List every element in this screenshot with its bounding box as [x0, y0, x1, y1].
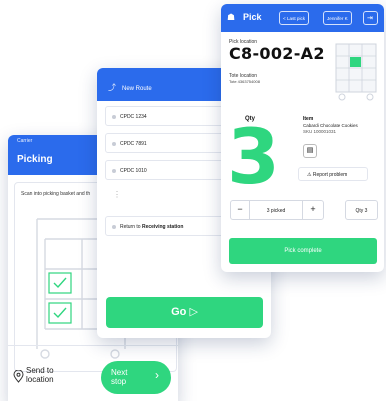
big-quantity: 3	[227, 112, 280, 201]
drag-handle-icon[interactable]: ⋮	[113, 190, 121, 199]
warning-icon: ⚠	[307, 172, 312, 178]
report-problem-button[interactable]: ⚠ Report problem	[298, 167, 368, 181]
route-stop-label: CPDC 7891	[120, 141, 147, 147]
pick-header: ☗ Pick < Last pick Jennifer K ⇥	[221, 4, 384, 32]
user-button[interactable]: Jennifer K	[323, 11, 352, 25]
next-stop-button[interactable]: Next stop ›	[101, 361, 171, 394]
return-prefix: Return to	[120, 224, 142, 230]
play-icon: ▷	[189, 306, 198, 318]
send-to-location-button[interactable]: Send to location	[26, 366, 66, 384]
picking-footer: Send to location Next stop ›	[8, 345, 178, 401]
last-pick-button[interactable]: < Last pick	[279, 11, 310, 25]
route-stop-label: CPDC 1234	[120, 114, 147, 120]
item-label: Item	[303, 116, 314, 122]
qty-total: Qty 3	[345, 200, 378, 220]
stop-dot-icon	[112, 225, 116, 229]
location-pin-icon	[13, 370, 24, 383]
return-target: Receiving station	[141, 224, 184, 230]
pick-location-value: C8-002-A2	[229, 44, 325, 63]
go-button[interactable]: Go ▷	[106, 297, 263, 328]
clipboard-icon[interactable]: ▤	[303, 144, 317, 158]
logout-icon[interactable]: ⇥	[363, 11, 378, 25]
stop-dot-icon	[112, 169, 116, 173]
increment-button[interactable]: +	[302, 200, 324, 220]
next-stop-label: Next stop	[111, 368, 128, 386]
decrement-button[interactable]: −	[230, 200, 250, 220]
shelf-illustration	[335, 43, 377, 101]
item-name: Cabardi Chocolate Cookies	[303, 123, 358, 128]
pick-screen: ☗ Pick < Last pick Jennifer K ⇥ Pick loc…	[221, 4, 384, 272]
route-icon: ⤴	[108, 83, 116, 92]
picked-count: 3 picked	[250, 200, 302, 220]
report-problem-label: Report problem	[312, 172, 348, 178]
stop-dot-icon	[112, 115, 116, 119]
pick-complete-button[interactable]: Pick complete	[229, 238, 377, 264]
route-title: New Route	[122, 86, 152, 92]
stop-dot-icon	[112, 142, 116, 146]
showcase-stage: Carrier Picking Scan into picking basket…	[0, 0, 386, 401]
item-sku: SKU 100001031	[303, 129, 337, 134]
chevron-right-icon: ›	[155, 368, 159, 382]
tote-location-value: Tote 4363754008	[229, 79, 260, 84]
go-label: Go	[171, 306, 187, 318]
route-stop-label: CPDC 1010	[120, 168, 147, 174]
pick-title: Pick	[243, 12, 262, 22]
robot-icon: ☗	[227, 12, 236, 22]
